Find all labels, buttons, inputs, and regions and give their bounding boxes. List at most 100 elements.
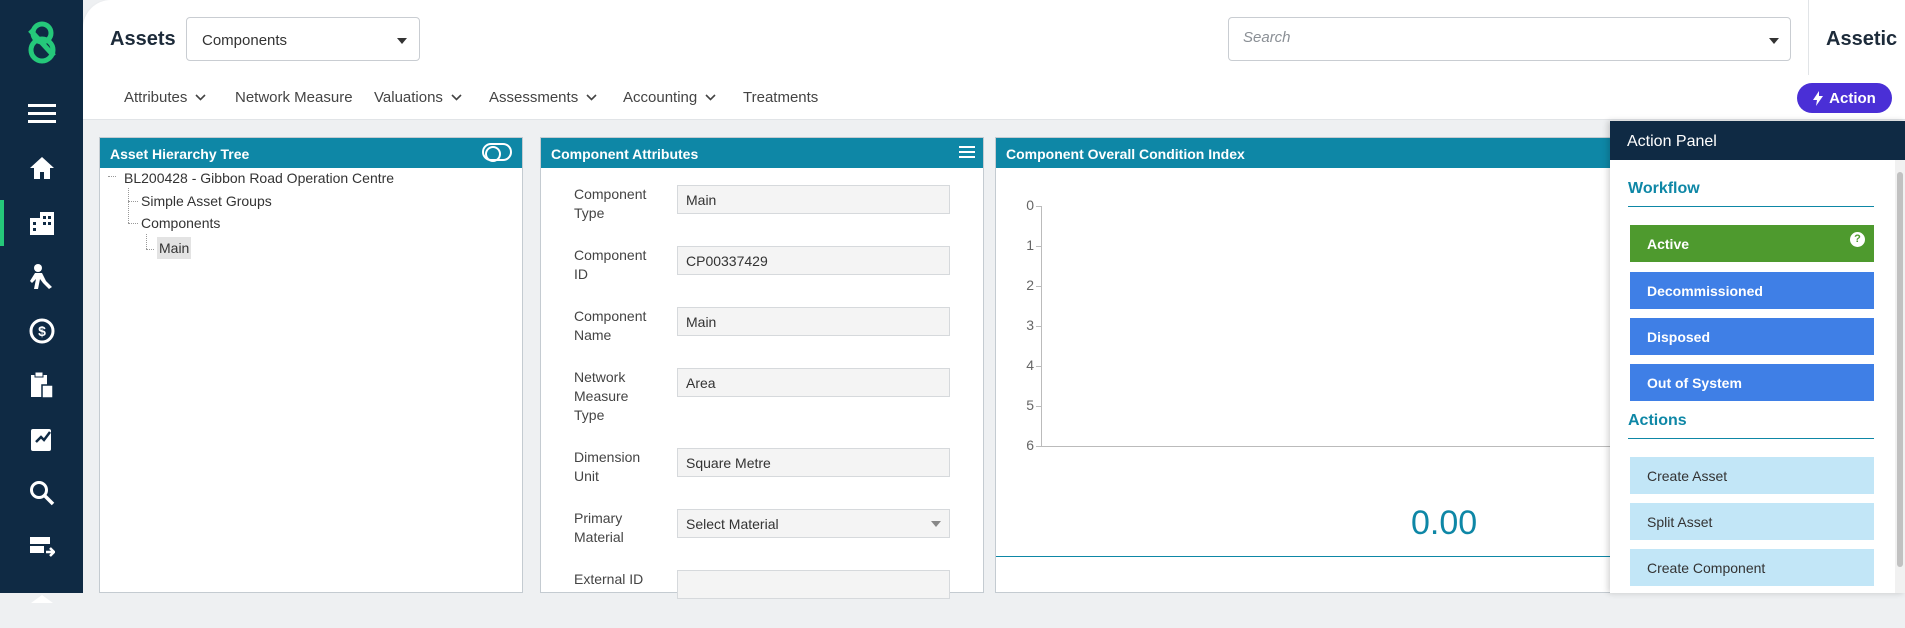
search-box[interactable] xyxy=(1228,17,1791,61)
buildings-icon[interactable] xyxy=(0,196,83,250)
field-label: Component Type xyxy=(574,186,647,221)
menu-icon[interactable] xyxy=(0,86,83,140)
actions-heading: Actions xyxy=(1628,412,1687,429)
field-label: Component ID xyxy=(574,247,647,282)
y-tick xyxy=(1036,206,1041,207)
subnav-attributes[interactable]: Attributes xyxy=(124,89,206,106)
section-rule xyxy=(1628,438,1874,439)
split-asset-button[interactable]: Split Asset xyxy=(1630,503,1874,540)
more-icon[interactable] xyxy=(0,574,83,628)
hamburger-menu-icon[interactable] xyxy=(959,146,975,161)
condition-index-panel: Component Overall Condition Index 0 1 2 … xyxy=(995,137,1616,593)
create-component-button[interactable]: Create Component xyxy=(1630,549,1874,586)
page-title: Assets xyxy=(110,28,176,50)
workflow-out-of-system-button[interactable]: Out of System xyxy=(1630,364,1874,401)
asset-hierarchy-panel: Asset Hierarchy Tree BL200428 - Gibbon R… xyxy=(99,137,523,593)
caret-down-icon xyxy=(931,521,941,527)
caret-down-icon[interactable] xyxy=(1769,38,1779,44)
workflow-active-button[interactable]: Active ? xyxy=(1630,225,1874,262)
module-select[interactable]: Components xyxy=(186,17,420,61)
dimension-unit-field[interactable]: Square Metre xyxy=(677,448,950,477)
y-tick-label: 3 xyxy=(1026,317,1034,333)
module-select-value: Components xyxy=(202,32,288,49)
x-axis xyxy=(1041,446,1616,447)
tree-node-root[interactable]: BL200428 - Gibbon Road Operation Centre xyxy=(124,170,394,186)
search-input[interactable] xyxy=(1243,29,1743,46)
y-tick xyxy=(1036,446,1041,447)
workflow-decommissioned-button[interactable]: Decommissioned xyxy=(1630,272,1874,309)
tree-connector xyxy=(128,201,138,202)
chevron-down-icon xyxy=(586,94,597,101)
primary-material-value: Select Material xyxy=(686,516,779,532)
finance-icon[interactable]: $ xyxy=(0,304,83,358)
y-tick xyxy=(1036,366,1041,367)
field-label: Dimension Unit xyxy=(574,449,641,484)
component-attributes-panel: Component Attributes Component Type Main… xyxy=(540,137,984,599)
panel-title: Asset Hierarchy Tree xyxy=(110,146,250,162)
y-tick-label: 1 xyxy=(1026,237,1034,253)
field-label: External ID xyxy=(574,571,644,587)
home-icon[interactable] xyxy=(0,141,83,195)
panel-title: Component Attributes xyxy=(551,146,699,162)
y-tick-label: 6 xyxy=(1026,437,1034,453)
y-tick xyxy=(1036,286,1041,287)
clipboard-icon[interactable] xyxy=(0,358,83,412)
tree-node-simple-asset-groups[interactable]: Simple Asset Groups xyxy=(141,193,272,209)
y-tick xyxy=(1036,326,1041,327)
assessment-icon[interactable] xyxy=(0,412,83,466)
panel-header: Component Attributes xyxy=(541,138,983,168)
y-tick-label: 2 xyxy=(1026,277,1034,293)
subnav-label: Accounting xyxy=(623,89,698,106)
worker-icon[interactable] xyxy=(0,250,83,304)
external-id-field[interactable] xyxy=(677,570,950,599)
subnav-label: Treatments xyxy=(743,89,819,106)
y-tick-label: 4 xyxy=(1026,357,1034,373)
help-icon[interactable]: ? xyxy=(1850,232,1865,247)
y-tick-label: 5 xyxy=(1026,397,1034,413)
tree-connector xyxy=(128,223,138,224)
header-divider xyxy=(1808,0,1809,75)
panel-header: Component Overall Condition Index xyxy=(996,138,1614,168)
workflow-label: Active xyxy=(1647,236,1690,252)
chevron-down-icon xyxy=(451,94,462,101)
field-label: Primary Material xyxy=(574,510,624,545)
subnav-label: Assessments xyxy=(489,89,579,106)
component-id-field[interactable]: CP00337429 xyxy=(677,246,950,275)
panel-header: Asset Hierarchy Tree xyxy=(100,138,522,168)
action-button-label: Action xyxy=(1829,89,1876,107)
tree-connector xyxy=(146,249,154,250)
subnav-treatments[interactable]: Treatments xyxy=(743,89,818,106)
server-icon[interactable] xyxy=(0,520,83,574)
lightning-icon xyxy=(1813,90,1824,106)
create-asset-button[interactable]: Create Asset xyxy=(1630,457,1874,494)
tree-connector xyxy=(146,234,147,249)
panel-divider xyxy=(996,556,1616,557)
subnav-assessments[interactable]: Assessments xyxy=(489,89,597,106)
action-button[interactable]: Action xyxy=(1797,83,1892,113)
toggle-switch[interactable] xyxy=(482,143,512,162)
action-panel-title: Action Panel xyxy=(1610,121,1905,160)
search-icon[interactable] xyxy=(0,466,83,520)
y-tick xyxy=(1036,246,1041,247)
subnav-label: Attributes xyxy=(124,89,188,106)
scrollbar[interactable] xyxy=(1895,160,1905,593)
panel-title: Component Overall Condition Index xyxy=(1006,146,1245,162)
y-axis xyxy=(1041,206,1042,447)
tree-node-components[interactable]: Components xyxy=(141,215,220,231)
subnav-accounting[interactable]: Accounting xyxy=(623,89,716,106)
left-rail: $ xyxy=(0,0,83,603)
workflow-disposed-button[interactable]: Disposed xyxy=(1630,318,1874,355)
network-measure-type-field[interactable]: Area xyxy=(677,368,950,397)
assetic-logo-icon[interactable] xyxy=(22,20,62,66)
tree-node-main[interactable]: Main xyxy=(157,237,192,259)
subnav-valuations[interactable]: Valuations xyxy=(374,89,462,106)
caret-down-icon xyxy=(397,38,407,44)
y-tick xyxy=(1036,406,1041,407)
scrollbar-thumb[interactable] xyxy=(1897,172,1903,567)
component-type-field[interactable]: Main xyxy=(677,185,950,214)
primary-material-select[interactable]: Select Material xyxy=(677,509,950,538)
tree-connector xyxy=(108,176,116,177)
subnav-network-measure[interactable]: Network Measure xyxy=(235,89,353,106)
component-name-field[interactable]: Main xyxy=(677,307,950,336)
tree-connector xyxy=(128,188,129,223)
